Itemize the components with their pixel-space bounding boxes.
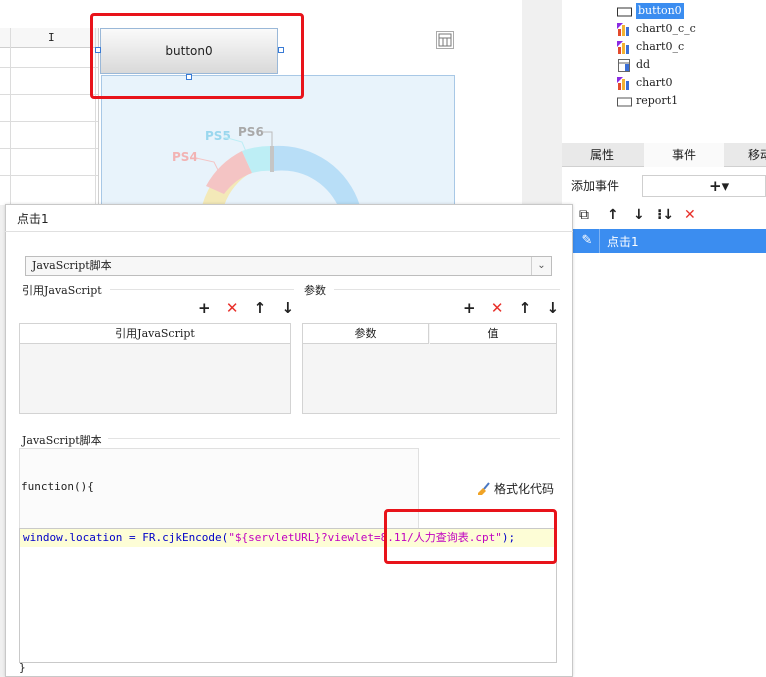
params-column-header[interactable]: 参数: [303, 324, 429, 344]
move-up-icon[interactable]: ↑: [519, 299, 532, 317]
delete-icon[interactable]: ✕: [491, 299, 504, 317]
grid-line: [0, 67, 98, 68]
event-item-label: 点击1: [607, 235, 639, 249]
event-type-value: JavaScript脚本: [32, 259, 112, 272]
move-down-icon[interactable]: ↓: [633, 204, 645, 226]
tree-item-button0[interactable]: button0: [617, 3, 684, 19]
canvas-scroll-gutter: [522, 0, 562, 205]
dropdown-icon: [618, 58, 630, 72]
chart-icon: [617, 22, 629, 36]
code-function-open: function(){: [21, 480, 94, 493]
column-header: I: [0, 28, 98, 48]
chevron-down-icon[interactable]: ⌄: [531, 257, 551, 275]
divider: [5, 231, 573, 232]
code-function-close: }: [19, 661, 26, 674]
ref-js-table[interactable]: 引用JavaScript: [19, 323, 291, 414]
params-section-label: 参数: [304, 284, 326, 297]
slice-ps6: [270, 146, 274, 172]
tree-item-chart0[interactable]: chart0: [617, 75, 672, 91]
delete-icon[interactable]: ✕: [226, 299, 239, 317]
params-table[interactable]: 参数 值: [302, 323, 557, 414]
tree-item-label: button0: [636, 3, 684, 19]
code-prefix: window.location = FR.cjkEncode(: [23, 531, 229, 544]
ref-js-section-label: 引用JavaScript: [22, 284, 102, 297]
dialog-title: 点击1: [17, 212, 49, 226]
panel-tabs: 属性 事件 移动: [562, 143, 766, 167]
event-type-select[interactable]: JavaScript脚本 ⌄: [25, 256, 552, 276]
move-down-icon[interactable]: ↓: [281, 299, 294, 317]
add-icon[interactable]: +: [463, 299, 476, 317]
tree-item-chart0-c[interactable]: chart0_c: [617, 39, 684, 55]
highlight-box: [384, 509, 557, 564]
label-ps6: PS6: [238, 125, 264, 139]
script-section-label: JavaScript脚本: [22, 434, 102, 447]
label-ps4: PS4: [172, 150, 198, 164]
tree-item-label: chart0_c_c: [636, 22, 696, 35]
move-up-icon[interactable]: ↑: [607, 204, 619, 226]
tree-item-chart0-c-c[interactable]: chart0_c_c: [617, 21, 696, 37]
add-event-dropdown[interactable]: +▾: [642, 175, 766, 197]
format-code-label: 格式化代码: [494, 482, 555, 496]
add-event-label: 添加事件: [571, 179, 620, 193]
ref-js-column-header[interactable]: 引用JavaScript: [20, 324, 290, 344]
broom-icon: [478, 481, 490, 495]
move-down-icon[interactable]: ↓: [546, 299, 559, 317]
add-icon: +▾: [709, 177, 730, 195]
highlight-box: [90, 13, 304, 99]
tree-item-label: chart0_c: [636, 40, 685, 53]
event-list-item[interactable]: ✎ 点击1: [573, 229, 766, 253]
column-label: I: [48, 31, 55, 44]
value-column-header[interactable]: 值: [430, 324, 556, 344]
grid-line: [0, 148, 98, 149]
divider: [108, 438, 560, 439]
report-icon: [617, 97, 632, 106]
divider: [334, 289, 560, 290]
format-code-button[interactable]: 格式化代码: [477, 480, 554, 497]
tab-properties[interactable]: 属性: [562, 143, 642, 167]
tree-item-report1[interactable]: report1: [617, 93, 678, 109]
grid-line: [0, 121, 98, 122]
copy-icon[interactable]: ⧉: [579, 204, 589, 226]
tree-item-label: report1: [636, 94, 679, 107]
tab-move[interactable]: 移动: [726, 143, 766, 167]
params-toolbar: + ✕ ↑ ↓: [463, 299, 559, 317]
tree-item-label: dd: [636, 58, 651, 71]
tree-item-dd[interactable]: dd: [617, 57, 650, 73]
edit-pencil-icon[interactable]: ✎: [577, 232, 597, 250]
grid-line: [0, 175, 98, 176]
move-up-icon[interactable]: ↑: [254, 299, 267, 317]
grid-line: [0, 94, 98, 95]
button-icon: [617, 7, 632, 16]
chart-settings-icon[interactable]: [436, 31, 454, 49]
chart-icon: [617, 40, 629, 54]
label-ps5: PS5: [205, 129, 231, 143]
tree-item-label: chart0: [636, 76, 673, 89]
delete-icon[interactable]: ✕: [684, 204, 696, 226]
event-toolbar: ⧉ ↑ ↓ ⁝↓ ✕: [572, 204, 766, 226]
add-icon[interactable]: +: [198, 299, 211, 317]
grid-line: [10, 28, 11, 205]
sort-icon[interactable]: ⁝↓: [657, 204, 674, 226]
tab-events[interactable]: 事件: [644, 143, 724, 167]
ref-js-toolbar: + ✕ ↑ ↓: [198, 299, 294, 317]
slice-main: [274, 145, 360, 205]
divider: [110, 289, 294, 290]
chart-icon: [617, 76, 629, 90]
